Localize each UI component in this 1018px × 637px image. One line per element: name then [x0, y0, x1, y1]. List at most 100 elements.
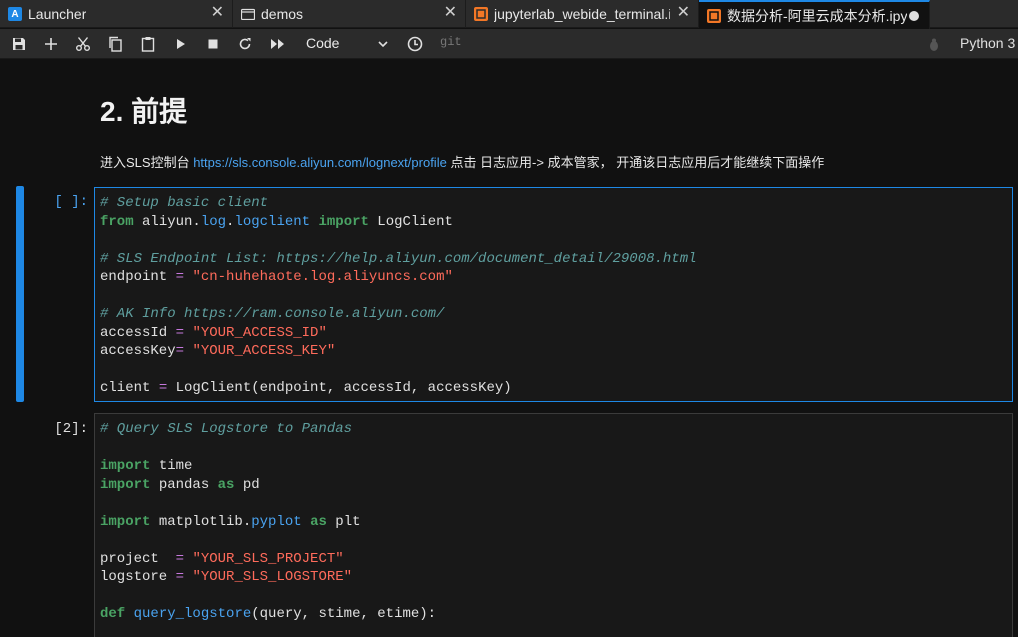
launcher-icon: A [8, 7, 22, 21]
sls-console-link[interactable]: https://sls.console.aliyun.com/lognext/p… [193, 155, 447, 170]
code-function-name: query_logstore [133, 606, 252, 622]
code-keyword: import [100, 513, 151, 530]
cell-collapser[interactable] [16, 186, 24, 402]
cut-icon[interactable] [74, 35, 92, 53]
tab-label: Launcher [28, 6, 87, 22]
code-operator: = [175, 569, 185, 585]
code-line: # Setup basic client [100, 194, 1007, 213]
code-text: accessKey [100, 343, 176, 359]
code-operator: = [175, 324, 185, 341]
paragraph-text: 进入SLS控制台 [100, 155, 194, 170]
notebook-icon [474, 7, 488, 21]
code-string: "YOUR_ACCESS_ID" [192, 324, 327, 341]
code-line: def query_logstore(query, stime, etime): [100, 605, 1007, 624]
close-icon[interactable]: ✕ [211, 5, 224, 21]
code-text: project [100, 550, 176, 567]
restart-icon[interactable] [236, 35, 254, 53]
notebook-icon [707, 8, 721, 23]
code-string: "YOUR_SLS_LOGSTORE" [192, 569, 353, 585]
paragraph-text: 点击 日志应用-> 成本管家， 开通该日志应用后才能继续下面操作 [446, 155, 825, 170]
code-keyword: from [100, 213, 134, 230]
code-operator: = [175, 269, 185, 285]
code-text: matplotlib. [150, 513, 252, 530]
copy-icon[interactable] [106, 35, 124, 53]
code-string: "cn-huhehaote.log.aliyuncs.com" [192, 269, 453, 285]
add-cell-icon[interactable] [42, 35, 60, 53]
code-cell-editor[interactable]: # Setup basic client from aliyun.log.logc… [94, 187, 1013, 402]
paste-icon[interactable] [139, 35, 157, 53]
tab-cost-analysis-notebook[interactable]: 数据分析-阿里云成本分析.ipynb [699, 0, 930, 29]
code-keyword: def [100, 606, 126, 622]
tab-demos[interactable]: demos ✕ [233, 0, 466, 28]
kernel-name[interactable]: Python 3 [960, 35, 1015, 51]
code-comment: # Setup basic client [100, 195, 269, 211]
code-string: "YOUR_ACCESS_KEY" [192, 343, 336, 359]
code-keyword: import [318, 213, 369, 230]
code-attribute: pyplot [251, 513, 302, 530]
code-cell-editor[interactable]: # Query SLS Logstore to Pandas import tim… [94, 413, 1013, 637]
code-keyword: as [217, 476, 235, 493]
code-text: accessId [100, 324, 176, 341]
code-attribute: log [200, 213, 227, 230]
code-operator: = [175, 550, 185, 567]
chevron-down-icon[interactable] [377, 37, 389, 55]
fast-forward-icon[interactable] [269, 35, 287, 53]
clock-icon[interactable] [406, 35, 424, 53]
run-icon[interactable] [172, 35, 190, 53]
code-comment: # Query SLS Logstore to Pandas [100, 421, 353, 437]
code-line: from aliyun.log.logclient import LogClie… [100, 213, 1007, 232]
code-text: client [100, 380, 159, 396]
code-text: time [150, 458, 193, 474]
code-keyword: import [100, 458, 151, 474]
code-text: logstore [100, 569, 176, 585]
notebook-panel[interactable]: 2. 前提 进入SLS控制台 https://sls.console.aliyu… [0, 60, 1018, 637]
tab-label: jupyterlab_webide_terminal.ipynb [494, 6, 670, 22]
code-line: import time [100, 457, 1007, 476]
code-comment: # AK Info https://ram.console.aliyun.com… [100, 306, 445, 322]
code-line: # SLS Endpoint List: https://help.aliyun… [100, 250, 1007, 269]
markdown-heading: 2. 前提 [100, 96, 188, 127]
close-icon[interactable]: ✕ [444, 5, 457, 21]
code-string: "YOUR_SLS_PROJECT" [192, 550, 344, 567]
code-text: pd [234, 476, 260, 493]
stop-icon[interactable] [204, 35, 222, 53]
code-text: aliyun. [133, 213, 201, 230]
code-line: import matplotlib.pyplot as plt [100, 513, 1007, 532]
close-icon[interactable]: ✕ [677, 5, 690, 21]
code-line: # AK Info https://ram.console.aliyun.com… [100, 305, 1007, 324]
code-operator: = [158, 380, 168, 396]
tab-label: demos [261, 6, 304, 22]
git-button[interactable]: git [440, 35, 462, 49]
cell-type-select[interactable]: Code [306, 35, 339, 51]
code-text: pandas [150, 476, 218, 493]
code-text: LogClient [368, 213, 453, 230]
folder-icon [241, 7, 255, 21]
tab-bar: A Launcher ✕ demos ✕ jupyterlab_webide_t… [0, 0, 1018, 29]
code-line: project = "YOUR_SLS_PROJECT" [100, 550, 1007, 569]
code-text: LogClient(endpoint, accessId, accessKey) [167, 380, 512, 396]
code-line: accessId = "YOUR_ACCESS_ID" [100, 324, 1007, 343]
code-line: endpoint = "cn-huhehaote.log.aliyuncs.co… [100, 268, 1007, 287]
unsaved-dot-icon[interactable] [909, 11, 919, 21]
code-comment: # SLS Endpoint List: https://help.aliyun… [100, 250, 697, 267]
code-keyword: as [310, 513, 327, 530]
code-line: # Query SLS Logstore to Pandas [100, 420, 1007, 439]
tab-terminal-notebook[interactable]: jupyterlab_webide_terminal.ipynb ✕ [466, 0, 699, 28]
markdown-paragraph: 进入SLS控制台 https://sls.console.aliyun.com/… [100, 152, 824, 171]
tab-launcher[interactable]: A Launcher ✕ [0, 0, 233, 28]
code-text: (query, stime, etime): [251, 606, 437, 622]
save-icon[interactable] [10, 35, 28, 53]
kernel-status-bug-icon [928, 38, 940, 57]
code-keyword: import [100, 476, 151, 493]
cell-prompt: [ ]: [54, 194, 88, 210]
tab-label: 数据分析-阿里云成本分析.ipynb [727, 7, 907, 24]
code-operator: = [175, 343, 185, 359]
cell-prompt: [2]: [54, 421, 88, 437]
